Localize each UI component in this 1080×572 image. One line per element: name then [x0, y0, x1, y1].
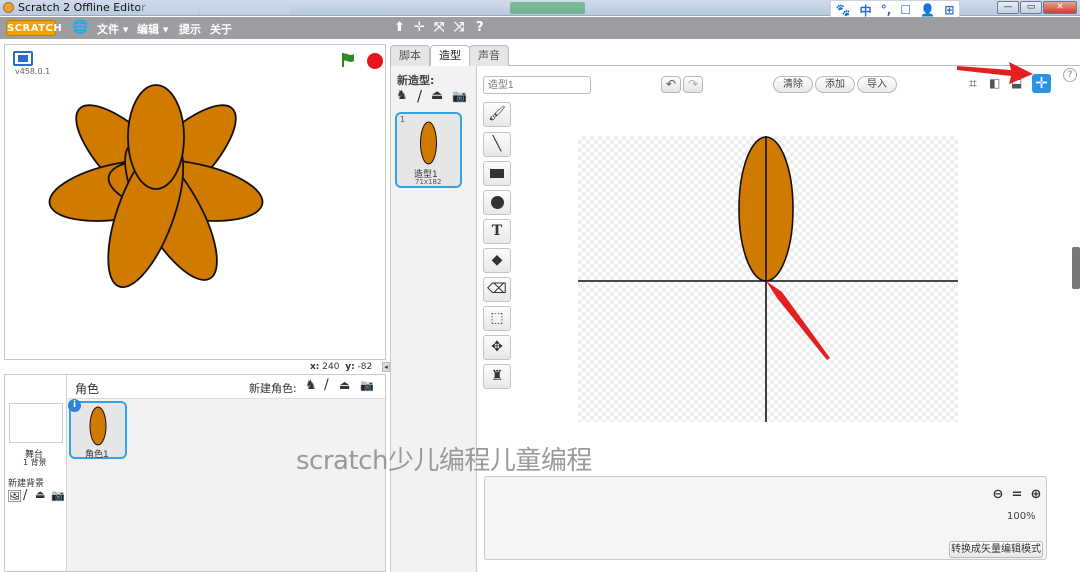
upload-costume-icon[interactable]: ⏏: [431, 88, 443, 103]
grow-icon[interactable]: ⤧: [434, 20, 444, 35]
green-flag-icon[interactable]: [340, 52, 356, 68]
info-icon[interactable]: i: [68, 399, 81, 412]
watermark-text: scratch少儿编程儿童编程: [296, 446, 592, 476]
fullscreen-icon[interactable]: [13, 51, 33, 66]
paint-new-sprite-icon[interactable]: /: [324, 377, 329, 393]
zoom-in-icon[interactable]: ⊕: [1028, 487, 1044, 503]
text-tool-icon[interactable]: T: [483, 219, 511, 244]
editor-bottom-panel: ⊖ = ⊕ 100% 转换成矢量编辑模式: [484, 476, 1047, 560]
tab-scripts[interactable]: 脚本: [390, 45, 430, 66]
annotation-arrow-top: [957, 62, 1033, 84]
costume-size: 71x182: [415, 178, 442, 186]
stage-panel: v458.0.1: [4, 44, 386, 360]
ghost-tab: [510, 2, 585, 14]
sprite-library-icon[interactable]: ♞: [305, 378, 317, 393]
stage-toolbar: v458.0.1: [5, 45, 385, 76]
stop-icon[interactable]: [367, 53, 383, 69]
menu-about[interactable]: 关于: [210, 21, 232, 37]
brush-tool-icon[interactable]: 🖌: [483, 102, 511, 127]
minimize-button[interactable]: —: [997, 1, 1019, 14]
costume-editor: 新造型: ♞ / ⏏ 📷 1 造型1 71x182 ↶ ↷ 清除 添加 导入 ⌗…: [390, 66, 1080, 572]
ime-paw-icon[interactable]: 🐾: [836, 3, 851, 17]
tab-sounds[interactable]: 声音: [469, 45, 509, 66]
paint-brush-icon[interactable]: /: [23, 488, 27, 503]
y-value: -82: [357, 362, 373, 372]
backdrop-library-icon[interactable]: 🖼: [7, 489, 22, 503]
delete-cut-icon[interactable]: ✛: [414, 20, 425, 35]
scratch-logo[interactable]: SCRATCH: [6, 20, 62, 36]
clear-button[interactable]: 清除: [773, 76, 813, 93]
ime-user-icon[interactable]: 👤: [920, 3, 935, 17]
window-title: Scratch 2 Offline Editor: [18, 1, 146, 14]
costume-card[interactable]: 1 造型1 71x182: [395, 112, 462, 188]
scratch-menu-bar: SCRATCH 🌐 文件 ▾ 编辑 ▾ 提示 关于 ⬆ ✛ ⤧ ⤨ ?: [0, 17, 1080, 39]
camera-costume-icon[interactable]: 📷: [452, 89, 467, 103]
x-value: 240: [322, 362, 340, 372]
help-question-icon[interactable]: ?: [1063, 68, 1077, 82]
stage-thumbnail[interactable]: [9, 403, 63, 443]
stage-collapse-arrow[interactable]: ◂: [382, 362, 390, 372]
ime-menu-icon[interactable]: ⊞: [944, 3, 954, 17]
maximize-button[interactable]: ▭: [1020, 1, 1042, 14]
ghost-tab: [200, 2, 290, 14]
rectangle-tool-icon[interactable]: [483, 161, 511, 186]
sprites-title: 角色: [75, 382, 100, 396]
mouse-coordinates: x: 240 y: -82: [310, 362, 372, 372]
camera-sprite-icon[interactable]: 📷: [360, 379, 374, 392]
stamp-tool-icon[interactable]: ♜: [483, 364, 511, 389]
globe-icon[interactable]: 🌐: [72, 20, 88, 35]
remove-background-tool-icon[interactable]: ✥: [483, 335, 511, 360]
menu-file[interactable]: 文件 ▾: [97, 21, 128, 37]
ellipse-tool-icon[interactable]: [483, 190, 511, 215]
menu-tips[interactable]: 提示: [179, 21, 201, 37]
tab-costumes[interactable]: 造型: [430, 45, 470, 67]
redo-button[interactable]: ↷: [683, 76, 703, 93]
undo-button[interactable]: ↶: [661, 76, 681, 93]
import-button[interactable]: 导入: [857, 76, 897, 93]
stage-canvas[interactable]: [5, 73, 385, 359]
scrollbar-handle[interactable]: [1072, 247, 1080, 289]
zoom-percentage: 100%: [1007, 511, 1036, 522]
add-button[interactable]: 添加: [815, 76, 855, 93]
ime-punctuation-toggle[interactable]: °,: [881, 3, 892, 17]
camera-icon[interactable]: 📷: [51, 489, 65, 502]
close-button[interactable]: ✕: [1043, 1, 1077, 14]
fill-tool-icon[interactable]: ◆: [483, 248, 511, 273]
canvas-artwork: [578, 136, 958, 422]
shrink-icon[interactable]: ⤨: [454, 20, 464, 35]
help-icon[interactable]: ?: [476, 20, 484, 35]
menu-edit[interactable]: 编辑 ▾: [137, 21, 168, 37]
upload-sprite-icon[interactable]: ⏏: [339, 378, 350, 392]
upload-icon[interactable]: ⏏: [35, 488, 45, 501]
costume-name-field[interactable]: [483, 76, 591, 94]
scratch-app-icon: [3, 2, 14, 13]
costume-library-icon[interactable]: ♞: [396, 88, 408, 103]
x-label: x:: [310, 362, 320, 372]
costume-list: 新造型: ♞ / ⏏ 📷 1 造型1 71x182: [391, 66, 477, 572]
costume-preview: [420, 121, 437, 165]
sprite-preview: [89, 406, 107, 446]
paint-costume-icon[interactable]: /: [417, 87, 422, 105]
new-costume-label: 新造型:: [397, 74, 435, 87]
ime-keyboard-icon[interactable]: ☐: [900, 3, 911, 17]
eraser-tool-icon[interactable]: ⌫: [483, 277, 511, 302]
zoom-out-icon[interactable]: ⊖: [990, 487, 1006, 503]
ime-language-toggle[interactable]: 中: [860, 2, 872, 19]
stage-backdrop-count: 1 背景: [23, 458, 47, 467]
duplicate-stamp-icon[interactable]: ⬆: [394, 20, 405, 35]
new-sprite-label: 新建角色:: [249, 382, 297, 395]
stage-column: 舞台 1 背景 新建背景 🖼 / ⏏ 📷: [5, 375, 67, 571]
select-tool-icon[interactable]: ⬚: [483, 306, 511, 331]
y-label: y:: [345, 362, 355, 372]
paint-canvas[interactable]: [578, 136, 958, 422]
ghost-tab: [140, 2, 198, 14]
annotation-arrow: [766, 281, 830, 360]
costume-petal: [127, 84, 185, 190]
line-tool-icon[interactable]: ╲: [483, 132, 511, 157]
convert-to-vector-button[interactable]: 转换成矢量编辑模式: [949, 541, 1043, 558]
zoom-reset-icon[interactable]: =: [1009, 487, 1025, 503]
sprite-header: 角色 新建角色: ♞ / ⏏ 📷: [67, 375, 385, 399]
sprite-name: 角色1: [85, 450, 109, 460]
